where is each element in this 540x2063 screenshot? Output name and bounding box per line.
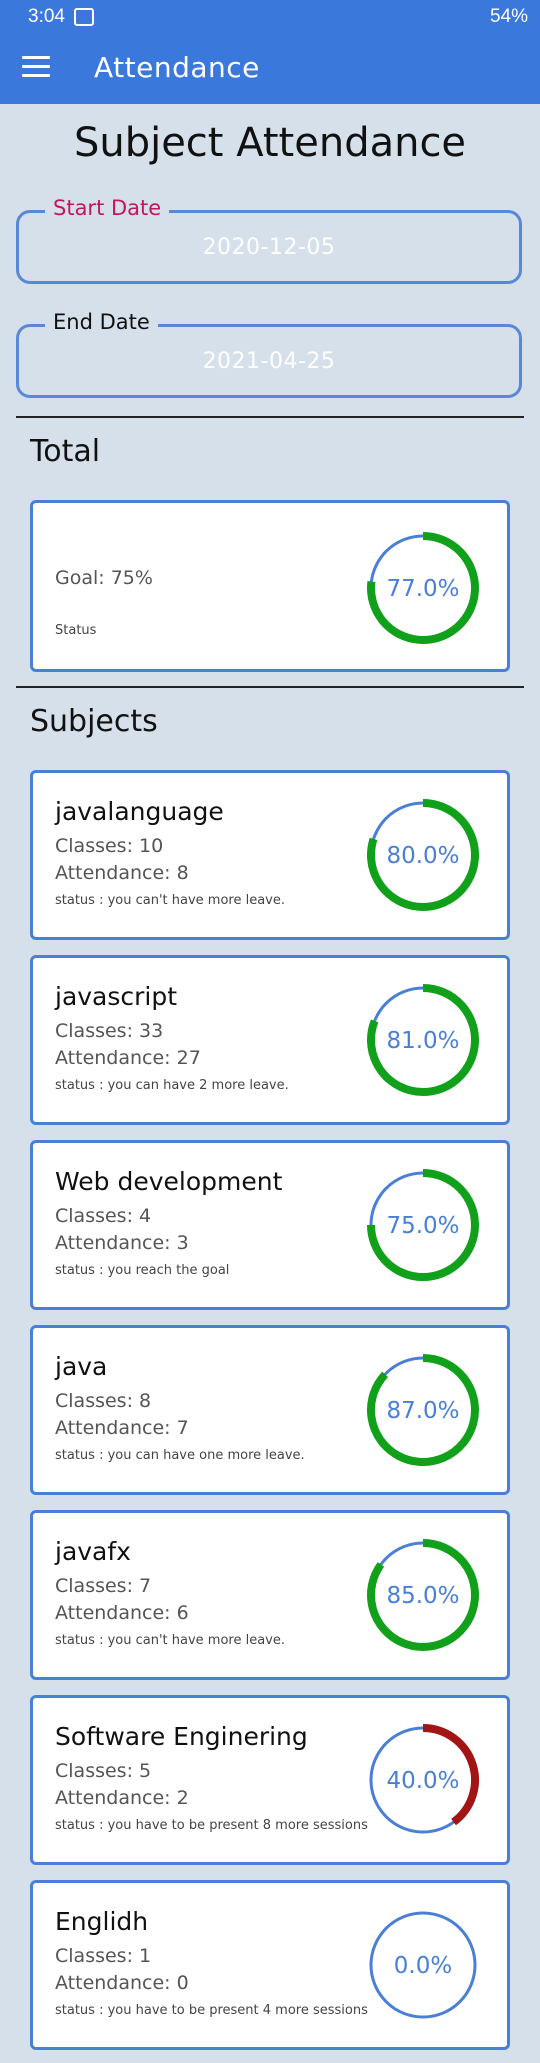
notification-icon xyxy=(74,8,94,26)
subject-attendance: Attendance: 0 xyxy=(55,1972,189,1994)
total-percent: 77.0% xyxy=(386,576,459,602)
divider xyxy=(16,686,524,688)
subject-status: status : you have to be present 4 more s… xyxy=(55,2003,368,2018)
total-heading: Total xyxy=(30,434,101,469)
divider xyxy=(16,416,524,418)
subject-card[interactable]: java Classes: 8 Attendance: 7 status : you … xyxy=(30,1325,510,1495)
subject-card[interactable]: Englidh Classes: 1 Attendance: 0 status : y… xyxy=(30,1880,510,2050)
hamburger-menu-icon[interactable] xyxy=(22,56,50,80)
app-bar: Attendance xyxy=(0,34,540,104)
page-title: Subject Attendance xyxy=(73,120,467,166)
subject-attendance: Attendance: 6 xyxy=(55,1602,189,1624)
subject-attendance: Attendance: 7 xyxy=(55,1417,189,1439)
total-card: Goal: 75% Status 77.0% xyxy=(30,500,510,672)
subject-name: Englidh xyxy=(55,1907,149,1936)
end-date-field[interactable]: End Date 2021-04-25 xyxy=(16,310,522,398)
total-progress-ring: 77.0% xyxy=(367,532,479,644)
subject-percent: 75.0% xyxy=(386,1213,459,1239)
battery-percent: 54% xyxy=(489,6,528,27)
end-date-label: End Date xyxy=(45,310,158,334)
subject-percent: 80.0% xyxy=(386,843,459,869)
subject-status: status : you can have 2 more leave. xyxy=(55,1078,289,1093)
start-date-field[interactable]: Start Date 2020-12-05 xyxy=(16,196,522,284)
subject-status: status : you can have one more leave. xyxy=(55,1448,305,1463)
subject-progress-ring: 80.0% xyxy=(367,799,479,911)
subject-classes: Classes: 8 xyxy=(55,1390,152,1412)
subject-progress-ring: 0.0% xyxy=(369,1911,477,2019)
subject-name: Web development xyxy=(55,1167,283,1196)
subject-classes: Classes: 33 xyxy=(55,1020,164,1042)
subject-card[interactable]: javascript Classes: 33 Attendance: 27 statu… xyxy=(30,955,510,1125)
subject-classes: Classes: 7 xyxy=(55,1575,152,1597)
status-bar: 3:04 54% xyxy=(0,0,540,34)
subject-name: javafx xyxy=(55,1537,131,1566)
subject-percent: 85.0% xyxy=(386,1583,459,1609)
subject-classes: Classes: 1 xyxy=(55,1945,152,1967)
app-bar-title: Attendance xyxy=(94,51,260,84)
subject-attendance: Attendance: 27 xyxy=(55,1047,201,1069)
subject-progress-ring: 81.0% xyxy=(367,984,479,1096)
subjects-heading: Subjects xyxy=(30,704,158,739)
subject-card[interactable]: Web development Classes: 4 Attendance: 3 st… xyxy=(30,1140,510,1310)
subject-card[interactable]: javalanguage Classes: 10 Attendance: 8 stat… xyxy=(30,770,510,940)
subject-attendance: Attendance: 3 xyxy=(55,1232,189,1254)
subject-name: java xyxy=(55,1352,108,1381)
subject-percent: 81.0% xyxy=(386,1028,459,1054)
subject-attendance: Attendance: 8 xyxy=(55,862,189,884)
subject-name: Software Enginering xyxy=(55,1722,308,1751)
status-time: 3:04 xyxy=(28,6,65,27)
subject-status: status : you can't have more leave. xyxy=(55,893,286,908)
subject-classes: Classes: 5 xyxy=(55,1760,152,1782)
start-date-label: Start Date xyxy=(45,196,170,220)
subject-progress-ring: 40.0% xyxy=(369,1724,479,1834)
subject-name: javalanguage xyxy=(55,797,224,826)
subject-progress-ring: 85.0% xyxy=(367,1539,479,1651)
subject-classes: Classes: 4 xyxy=(55,1205,152,1227)
subject-percent: 0.0% xyxy=(394,1953,452,1979)
subject-card[interactable]: Software Enginering Classes: 5 Attendance:… xyxy=(30,1695,510,1865)
subject-name: javascript xyxy=(55,982,178,1011)
subject-status: status : you reach the goal xyxy=(55,1263,230,1278)
subject-status: status : you can't have more leave. xyxy=(55,1633,286,1648)
subject-percent: 40.0% xyxy=(386,1768,459,1794)
subject-classes: Classes: 10 xyxy=(55,835,164,857)
subject-percent: 87.0% xyxy=(386,1398,459,1424)
start-date-value: 2020-12-05 xyxy=(202,235,336,260)
subject-attendance: Attendance: 2 xyxy=(55,1787,189,1809)
subject-card[interactable]: javafx Classes: 7 Attendance: 6 status : yo… xyxy=(30,1510,510,1680)
goal-text: Goal: 75% xyxy=(55,567,153,589)
subject-progress-ring: 75.0% xyxy=(367,1169,479,1281)
total-status: Status xyxy=(55,623,97,638)
end-date-value: 2021-04-25 xyxy=(202,349,336,374)
subject-status: status : you have to be present 8 more s… xyxy=(55,1818,368,1833)
subject-progress-ring: 87.0% xyxy=(367,1354,479,1466)
